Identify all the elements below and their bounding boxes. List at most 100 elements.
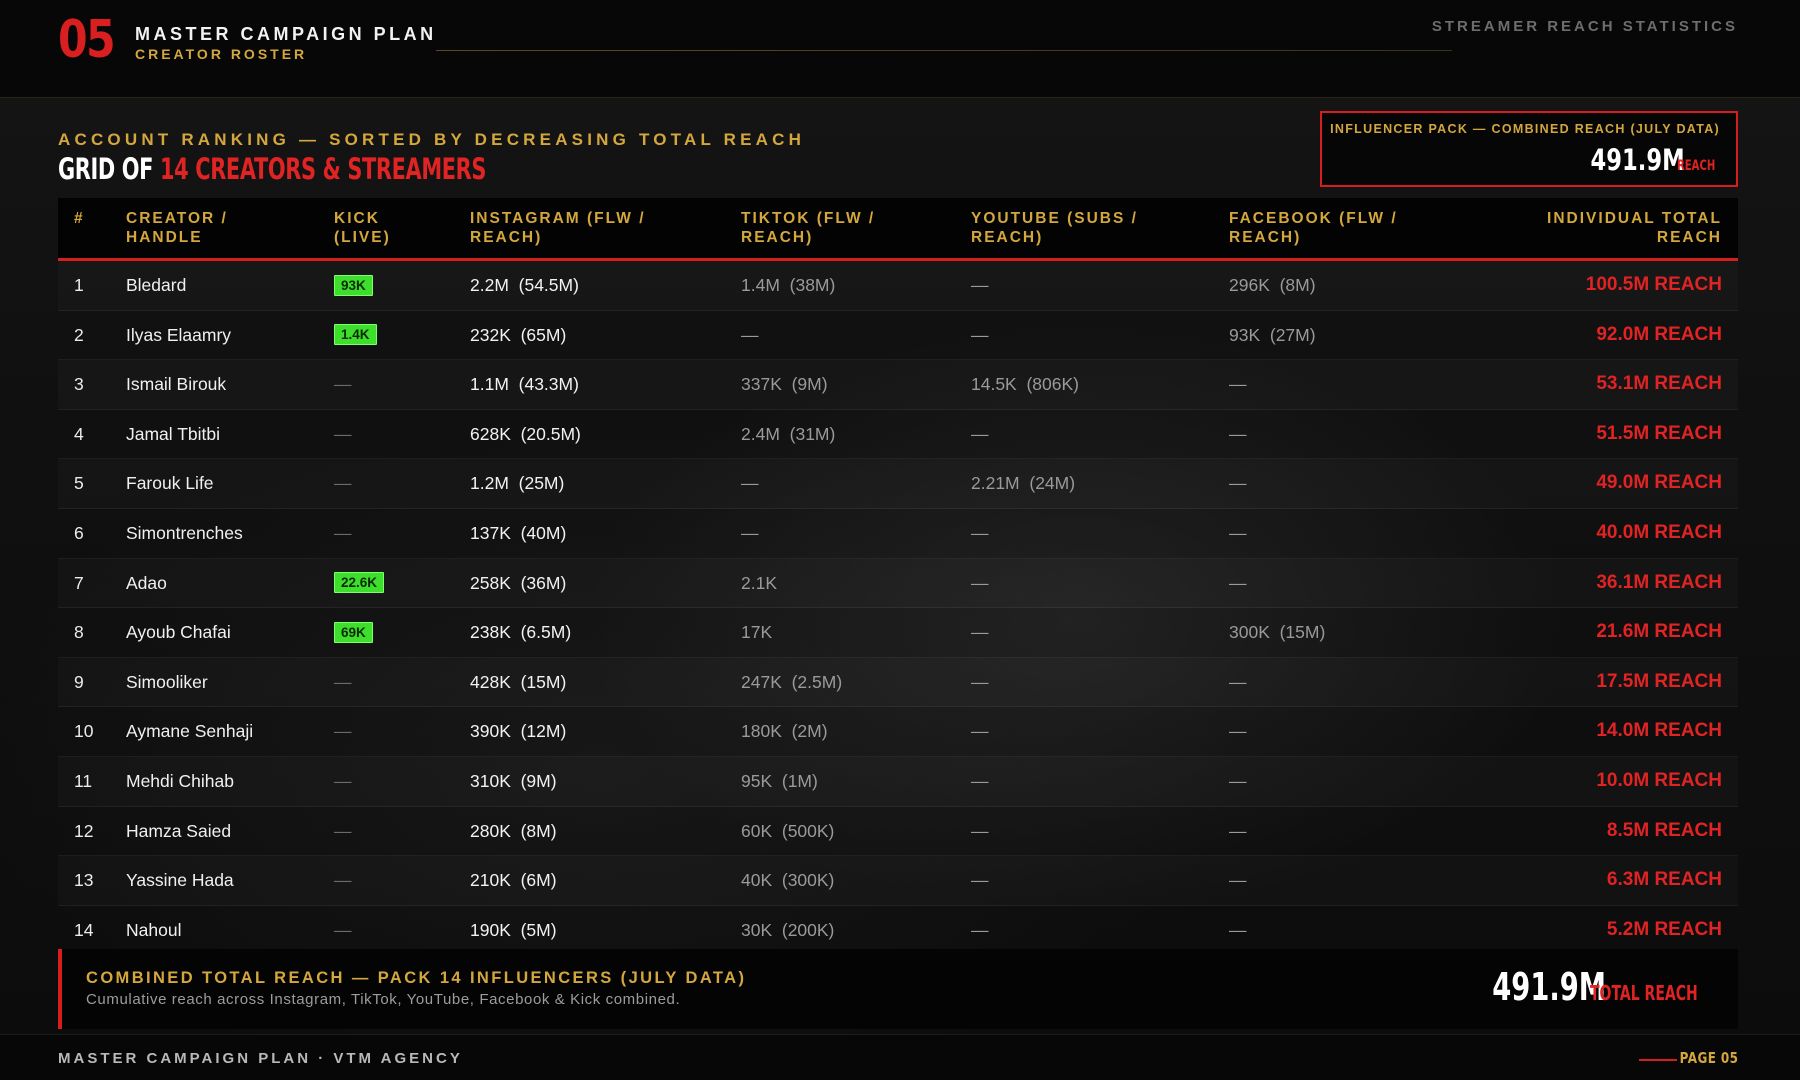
kick-value: — bbox=[334, 423, 352, 444]
table-row: 1 Bledard 93K 2.2M (54.5M) 1.4M (38M) — 296K (… bbox=[58, 261, 1738, 311]
row-rank: 11 bbox=[74, 770, 93, 791]
facebook-cell: 300K (15M) bbox=[1229, 622, 1326, 643]
instagram-cell: 258K (36M) bbox=[470, 572, 567, 593]
table-row: 14 Nahoul — 190K (5M) 30K (200K) — — 5.2M REACH bbox=[58, 906, 1738, 956]
youtube-cell: — bbox=[971, 870, 989, 891]
youtube-cell: — bbox=[971, 770, 989, 791]
kick-cell: — bbox=[334, 509, 352, 557]
tiktok-cell: 17K bbox=[741, 622, 773, 643]
kick-cell: — bbox=[334, 658, 352, 706]
table-row: 12 Hamza Saied — 280K (8M) 60K (500K) — — 8.5M … bbox=[58, 807, 1738, 857]
individual-total-reach: 40.0M REACH bbox=[1596, 521, 1722, 543]
kick-live-badge: 69K bbox=[334, 622, 373, 644]
creator-name: Bledard bbox=[126, 275, 187, 295]
creator-name: Nahoul bbox=[126, 919, 182, 940]
combined-total-value-group: 491.9M TOTAL REACH bbox=[1448, 965, 1716, 1009]
section-number: 05 bbox=[58, 10, 116, 70]
instagram-cell: 238K (6.5M) bbox=[470, 622, 572, 643]
table-row: 7 Adao 22.6K 258K (36M) 2.1K — — 36.1M REACH bbox=[58, 559, 1738, 609]
creator-name: Ilyas Elaamry bbox=[126, 324, 232, 345]
table-row: 6 Simontrenches — 137K (40M) — — — 40.0M REACH bbox=[58, 509, 1738, 559]
individual-total-reach: 8.5M REACH bbox=[1606, 819, 1722, 841]
instagram-cell: 428K (15M) bbox=[470, 671, 567, 692]
pack-summary-card: INFLUENCER PACK — COMBINED REACH (JULY D… bbox=[1320, 111, 1738, 187]
kick-value: — bbox=[334, 820, 352, 841]
youtube-cell: — bbox=[971, 820, 989, 841]
kick-cell: — bbox=[334, 906, 352, 954]
facebook-cell: — bbox=[1229, 919, 1247, 940]
grid-title-highlight: 14 CREATORS & STREAMERS bbox=[160, 152, 487, 186]
table-row: 11 Mehdi Chihab — 310K (9M) 95K (1M) — — 10.0M … bbox=[58, 757, 1738, 807]
pack-summary-label: INFLUENCER PACK — COMBINED REACH (JULY D… bbox=[1330, 122, 1720, 136]
pack-summary-value-group: 491.9M REACH bbox=[1564, 143, 1720, 177]
youtube-cell: — bbox=[971, 275, 989, 295]
table-header: # CREATOR / HANDLE KICK (LIVE) INSTAGRAM… bbox=[58, 198, 1738, 261]
individual-total-reach: 14.0M REACH bbox=[1596, 720, 1722, 742]
facebook-cell: 296K (8M) bbox=[1229, 275, 1316, 295]
instagram-cell: 390K (12M) bbox=[470, 721, 567, 742]
row-rank: 9 bbox=[74, 671, 84, 692]
tiktok-cell: — bbox=[741, 324, 759, 345]
table-row: 9 Simooliker — 428K (15M) 247K (2.5M) — — 17.5M… bbox=[58, 658, 1738, 708]
creator-name: Simooliker bbox=[126, 671, 208, 692]
youtube-cell: — bbox=[971, 721, 989, 742]
instagram-cell: 190K (5M) bbox=[470, 919, 557, 940]
facebook-cell: — bbox=[1229, 870, 1247, 891]
row-rank: 6 bbox=[74, 522, 84, 543]
creator-name: Ismail Birouk bbox=[126, 374, 227, 395]
youtube-cell: — bbox=[971, 423, 989, 444]
instagram-cell: 628K (20.5M) bbox=[470, 423, 581, 444]
instagram-cell: 1.1M (43.3M) bbox=[470, 374, 579, 395]
kick-value: — bbox=[334, 473, 352, 494]
individual-total-reach: 53.1M REACH bbox=[1596, 373, 1722, 395]
youtube-cell: — bbox=[971, 572, 989, 593]
col-header-rank: # bbox=[74, 210, 85, 227]
tiktok-cell: 1.4M (38M) bbox=[741, 275, 836, 295]
page-footer: MASTER CAMPAIGN PLAN · VTM AGENCY PAGE 0… bbox=[0, 1034, 1800, 1080]
facebook-cell: — bbox=[1229, 770, 1247, 791]
youtube-cell: 2.21M (24M) bbox=[971, 473, 1076, 494]
row-rank: 12 bbox=[74, 820, 94, 841]
row-rank: 3 bbox=[74, 374, 84, 395]
creator-name: Ayoub Chafai bbox=[126, 622, 231, 643]
table-row: 2 Ilyas Elaamry 1.4K 232K (65M) — — 93K (27M) 9… bbox=[58, 311, 1738, 361]
row-rank: 10 bbox=[74, 721, 94, 742]
table-row: 5 Farouk Life — 1.2M (25M) — 2.21M (24M) — 49.0… bbox=[58, 459, 1738, 509]
instagram-cell: 310K (9M) bbox=[470, 770, 557, 791]
kick-cell: — bbox=[334, 410, 352, 458]
kick-cell: — bbox=[334, 757, 352, 805]
kick-live-badge: 93K bbox=[334, 274, 373, 296]
tiktok-cell: 2.4M (31M) bbox=[741, 423, 836, 444]
tiktok-cell: 95K (1M) bbox=[741, 770, 818, 791]
grid-title: GRID OF 14 CREATORS & STREAMERS bbox=[58, 152, 486, 186]
individual-total-reach: 5.2M REACH bbox=[1606, 918, 1722, 940]
header-right-label: STREAMER REACH STATISTICS bbox=[1431, 18, 1738, 35]
individual-total-reach: 51.5M REACH bbox=[1596, 422, 1722, 444]
header-title: MASTER CAMPAIGN PLAN bbox=[135, 24, 437, 44]
page-header: 05 MASTER CAMPAIGN PLAN CREATOR ROSTER S… bbox=[0, 0, 1800, 98]
section-kicker: ACCOUNT RANKING — SORTED BY DECREASING T… bbox=[58, 130, 806, 149]
creator-name: Yassine Hada bbox=[126, 870, 234, 891]
kick-cell: 93K bbox=[334, 261, 373, 309]
row-rank: 7 bbox=[74, 572, 84, 593]
instagram-cell: 1.2M (25M) bbox=[470, 473, 565, 494]
creator-name: Adao bbox=[126, 572, 167, 593]
col-header-facebook: FACEBOOK (FLW / REACH) bbox=[1229, 210, 1398, 246]
combined-total-subtitle: Cumulative reach across Instagram, TikTo… bbox=[86, 991, 681, 1008]
facebook-cell: — bbox=[1229, 671, 1247, 692]
page-number: PAGE 05 bbox=[1679, 1049, 1738, 1067]
kick-value: — bbox=[334, 919, 352, 940]
tiktok-cell: 247K (2.5M) bbox=[741, 671, 843, 692]
kick-cell: — bbox=[334, 856, 352, 904]
row-rank: 1 bbox=[74, 275, 84, 295]
row-rank: 4 bbox=[74, 423, 84, 444]
combined-total-card: COMBINED TOTAL REACH — PACK 14 INFLUENCE… bbox=[58, 949, 1738, 1029]
footer-accent-line bbox=[1639, 1059, 1677, 1061]
header-subtitle: CREATOR ROSTER bbox=[135, 46, 308, 62]
creator-name: Simontrenches bbox=[126, 522, 243, 543]
kick-live-badge: 1.4K bbox=[334, 324, 377, 346]
creator-table: # CREATOR / HANDLE KICK (LIVE) INSTAGRAM… bbox=[58, 198, 1738, 956]
individual-total-reach: 6.3M REACH bbox=[1606, 869, 1722, 891]
kick-value: — bbox=[334, 671, 352, 692]
kick-value: — bbox=[334, 770, 352, 791]
